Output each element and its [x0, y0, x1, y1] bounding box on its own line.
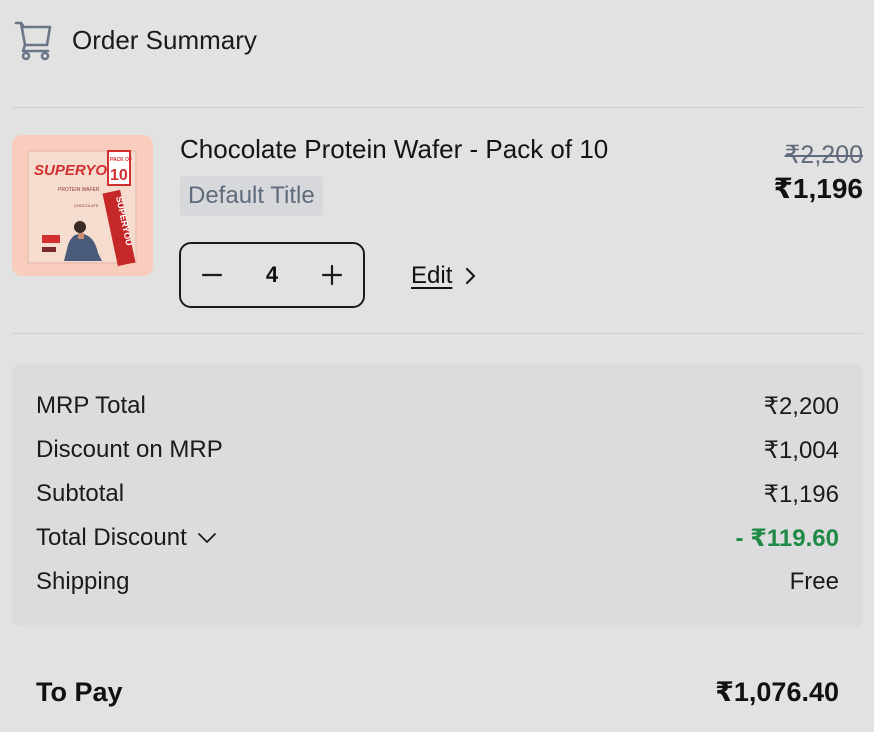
to-pay-label: To Pay	[36, 676, 123, 707]
summary-row-discount-mrp: Discount on MRP ₹1,004	[36, 432, 839, 468]
order-summary-header: Order Summary	[14, 18, 257, 62]
product-flavor-text: CHOCOLATE	[74, 203, 99, 208]
pack-of-text: PACK OF	[110, 157, 132, 163]
summary-label: Shipping	[36, 568, 130, 595]
page-title: Order Summary	[72, 24, 257, 55]
summary-row-subtotal: Subtotal ₹1,196	[36, 476, 839, 512]
product-line-text: PROTEIN WAFER	[58, 187, 100, 193]
cart-icon	[14, 18, 54, 62]
chevron-right-icon	[464, 266, 478, 286]
increment-button[interactable]	[301, 244, 363, 306]
divider	[12, 107, 863, 108]
summary-label: Subtotal	[36, 480, 125, 507]
to-pay-value: ₹1,076.40	[715, 676, 839, 707]
variant-badge: Default Title	[180, 176, 323, 216]
summary-value: Free	[789, 568, 839, 595]
summary-value: ₹1,004	[763, 436, 839, 464]
edit-label[interactable]: Edit	[411, 262, 452, 290]
summary-label: MRP Total	[36, 392, 146, 419]
product-brand-text: SUPERYOU	[34, 162, 119, 179]
plus-icon	[321, 264, 343, 286]
summary-label[interactable]: Total Discount	[36, 524, 187, 552]
quantity-value: 4	[265, 262, 279, 287]
summary-value: ₹1,196	[763, 480, 839, 508]
minus-icon	[201, 273, 223, 277]
divider	[12, 333, 863, 334]
summary-value-discount: - ₹119.60	[735, 524, 839, 552]
decrement-button[interactable]	[181, 244, 243, 306]
summary-label: Discount on MRP	[36, 436, 223, 463]
price-summary: MRP Total ₹2,200 Discount on MRP ₹1,004 …	[12, 364, 863, 627]
summary-row-shipping: Shipping Free	[36, 564, 839, 600]
chevron-down-icon[interactable]	[197, 532, 217, 544]
to-pay-row: To Pay ₹1,076.40	[36, 672, 839, 712]
product-image[interactable]: SUPERYOU PROTEIN WAFER CHOCOLATE PACK OF…	[12, 135, 153, 276]
summary-row-mrp-total: MRP Total ₹2,200	[36, 388, 839, 424]
summary-value: ₹2,200	[763, 392, 839, 420]
product-name[interactable]: Chocolate Protein Wafer - Pack of 10	[180, 134, 608, 165]
summary-row-total-discount[interactable]: Total Discount - ₹119.60	[36, 520, 839, 556]
final-price: ₹1,196	[773, 173, 863, 204]
original-price: ₹2,200	[784, 141, 863, 169]
quantity-stepper: 4	[179, 242, 365, 308]
edit-link[interactable]: Edit	[411, 262, 478, 290]
pack-count-text: 10	[110, 167, 128, 184]
